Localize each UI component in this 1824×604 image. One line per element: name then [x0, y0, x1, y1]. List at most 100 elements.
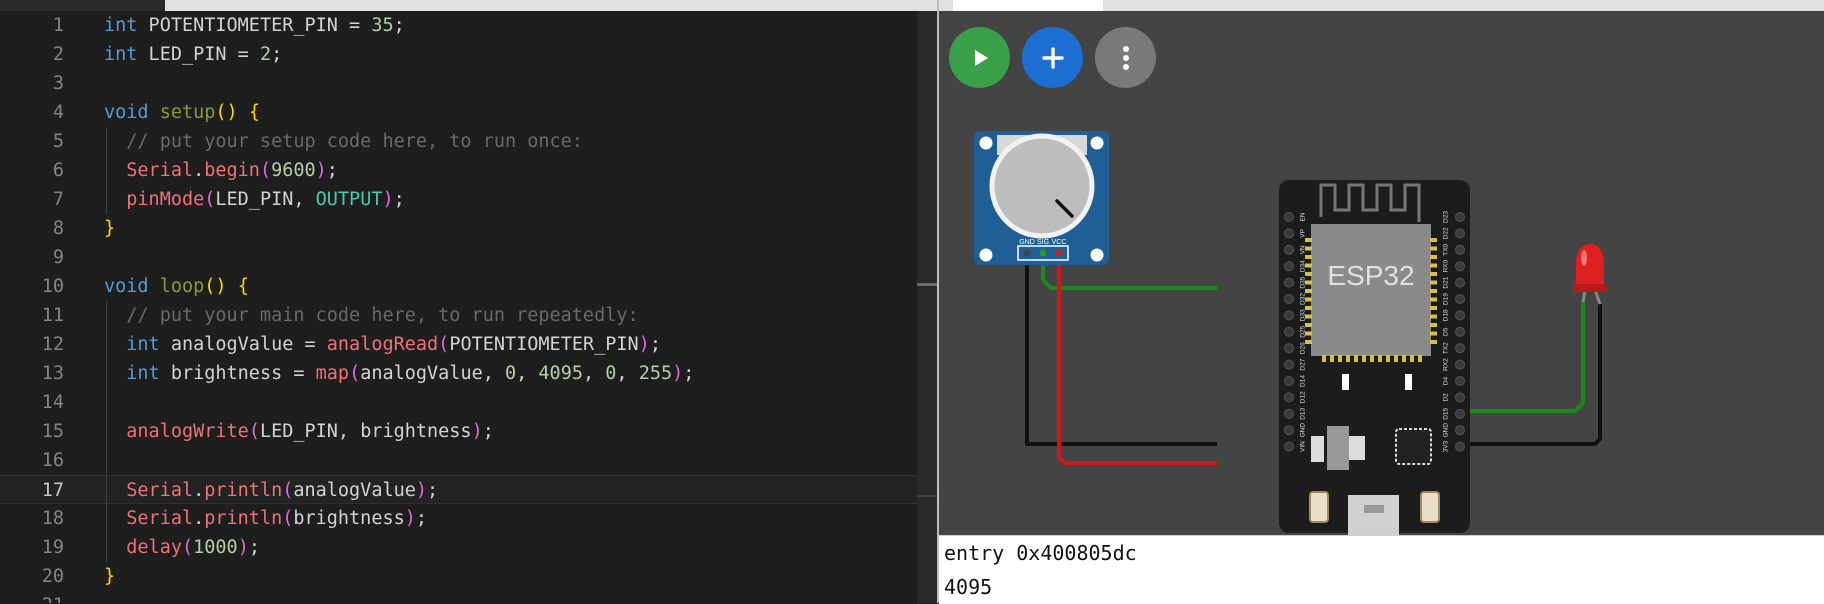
potentiometer[interactable]: GND SIG VCC — [974, 131, 1109, 265]
code-token: ) — [315, 160, 327, 181]
header-pin — [1284, 441, 1294, 452]
code-text[interactable]: pinMode(LED_PIN, OUTPUT); — [104, 185, 404, 214]
pot-mount-hole — [979, 136, 993, 150]
code-line[interactable]: 8} — [0, 214, 920, 243]
line-number: 2 — [52, 44, 64, 65]
code-line[interactable]: 11 // put your main code here, to run re… — [0, 301, 920, 330]
line-number: 19 — [41, 537, 64, 558]
code-token: ; — [482, 421, 494, 442]
header-pin-label: VIN — [1300, 441, 1307, 452]
code-token: println — [204, 480, 283, 501]
code-line[interactable]: 7 pinMode(LED_PIN, OUTPUT); — [0, 185, 920, 214]
header-pin-label: D22 — [1443, 227, 1450, 239]
scrollbar-thumb[interactable] — [917, 283, 937, 286]
code-token: ; — [649, 334, 661, 355]
code-token: ( — [181, 537, 194, 558]
code-token: LED_PIN, — [215, 189, 316, 210]
code-text[interactable]: // put your setup code here, to run once… — [104, 127, 583, 156]
esp32-board[interactable]: ENVPVND34D35D32D33D25D26D27D14D12D13GNDV… — [1279, 180, 1470, 535]
header-pin-label: GND — [1300, 423, 1307, 438]
code-token: ( — [204, 189, 216, 210]
code-text[interactable]: analogWrite(LED_PIN, brightness); — [104, 417, 494, 446]
code-line[interactable]: 6 Serial.begin(9600); — [0, 156, 920, 185]
code-line[interactable]: 1 int POTENTIOMETER_PIN = 35; — [0, 11, 920, 40]
line-number: 18 — [41, 508, 64, 529]
code-text[interactable]: Serial.begin(9600); — [104, 156, 338, 185]
code-text[interactable]: Serial.println(analogValue); — [104, 476, 438, 505]
chip-pad — [1430, 289, 1437, 293]
chip-pad — [1338, 355, 1342, 362]
chip-pad — [1305, 272, 1312, 276]
start-simulation-button[interactable] — [949, 27, 1010, 88]
code-token: brightness — [293, 508, 405, 529]
code-text[interactable]: Serial.println(brightness); — [104, 504, 427, 533]
header-pin — [1284, 408, 1294, 419]
code-line[interactable]: 9 — [0, 243, 920, 272]
code-line[interactable]: 14 — [0, 388, 920, 417]
code-line[interactable]: 3 — [0, 69, 920, 98]
editor-tab[interactable] — [165, 0, 937, 11]
plus-icon — [1041, 46, 1064, 69]
chip-pad — [1430, 272, 1437, 276]
add-part-button[interactable] — [1022, 27, 1083, 88]
code-token: analogValue, — [360, 363, 505, 384]
editor-tab-strip — [0, 0, 937, 11]
header-pin-label: TX0 — [1443, 243, 1450, 255]
code-line[interactable]: 18 Serial.println(brightness); — [0, 504, 920, 533]
code-line[interactable]: 12 int analogValue = analogRead(POTENTIO… — [0, 330, 920, 359]
serial-output-line: entry 0x400805dc — [944, 541, 1137, 565]
code-lines[interactable]: 1 int POTENTIOMETER_PIN = 35; 2 int LED_PIN… — [0, 11, 920, 603]
code-token: ( — [438, 334, 450, 355]
code-line[interactable]: 10 void loop() { — [0, 272, 920, 301]
line-number: 7 — [52, 189, 64, 210]
code-token: setup — [159, 102, 216, 123]
code-text[interactable]: int analogValue = analogRead(POTENTIOMET… — [104, 330, 661, 359]
code-token: 2 — [259, 44, 272, 65]
code-line[interactable]: 4 void setup() { — [0, 98, 920, 127]
code-line[interactable]: 17 Serial.println(analogValue); — [0, 475, 920, 504]
serial-output-line: 4095 — [944, 575, 993, 599]
serial-monitor[interactable]: entry 0x400805dc 4095 — [939, 535, 1824, 604]
code-line[interactable]: 15 analogWrite(LED_PIN, brightness); — [0, 417, 920, 446]
code-token: ; — [271, 44, 283, 65]
code-text[interactable]: int POTENTIOMETER_PIN = 35; — [104, 11, 405, 40]
code-text[interactable]: } — [104, 562, 115, 591]
pot-pin-label: GND — [1019, 239, 1035, 246]
code-line[interactable]: 13 int brightness = map(analogValue, 0, … — [0, 359, 920, 388]
code-text[interactable]: int LED_PIN = 2; — [104, 40, 282, 69]
simulation-canvas[interactable]: GND SIG VCC EN VP VN D34 D35 D32 D33 D25 D26 D27 D… — [939, 0, 1824, 535]
code-text[interactable]: delay(1000); — [104, 533, 260, 562]
header-pin — [1284, 212, 1294, 222]
code-line[interactable]: 20} — [0, 562, 920, 591]
code-text[interactable]: } — [104, 214, 115, 243]
header-pin-label: RX0 — [1443, 259, 1450, 272]
code-line[interactable]: 2 int LED_PIN = 2; — [0, 40, 920, 69]
code-line[interactable]: 21 — [0, 591, 920, 603]
header-pin-label: EN — [1300, 212, 1307, 221]
code-text[interactable]: void setup() { — [104, 98, 260, 127]
code-text[interactable]: // put your main code here, to run repea… — [104, 301, 638, 330]
code-line[interactable]: 19 delay(1000); — [0, 533, 920, 562]
header-pin — [1284, 343, 1294, 354]
more-options-button[interactable] — [1095, 27, 1156, 88]
header-pin-label: 3V3 — [1443, 440, 1450, 452]
code-line[interactable]: 5 // put your setup code here, to run on… — [0, 127, 920, 156]
header-pin-label: VP — [1300, 229, 1307, 238]
code-text[interactable]: void loop() { — [104, 272, 249, 301]
code-token: , — [516, 363, 539, 384]
header-pin-label: D12 — [1300, 391, 1307, 403]
chip-pad — [1330, 355, 1334, 362]
code-text[interactable]: int brightness = map(analogValue, 0, 409… — [104, 359, 694, 388]
header-pin-label: D18 — [1443, 309, 1450, 321]
editor-scrollbar[interactable] — [917, 11, 937, 603]
code-line[interactable]: 16 — [0, 446, 920, 475]
header-pin-label: D27 — [1300, 358, 1307, 370]
chip-pad — [1430, 306, 1437, 310]
led[interactable] — [1573, 244, 1607, 305]
more-vertical-icon — [1122, 45, 1129, 70]
code-token: LED_PIN = — [137, 44, 260, 65]
code-editor[interactable]: 1 int POTENTIOMETER_PIN = 35; 2 int LED_PIN… — [0, 0, 937, 603]
chip-pad — [1305, 297, 1312, 302]
